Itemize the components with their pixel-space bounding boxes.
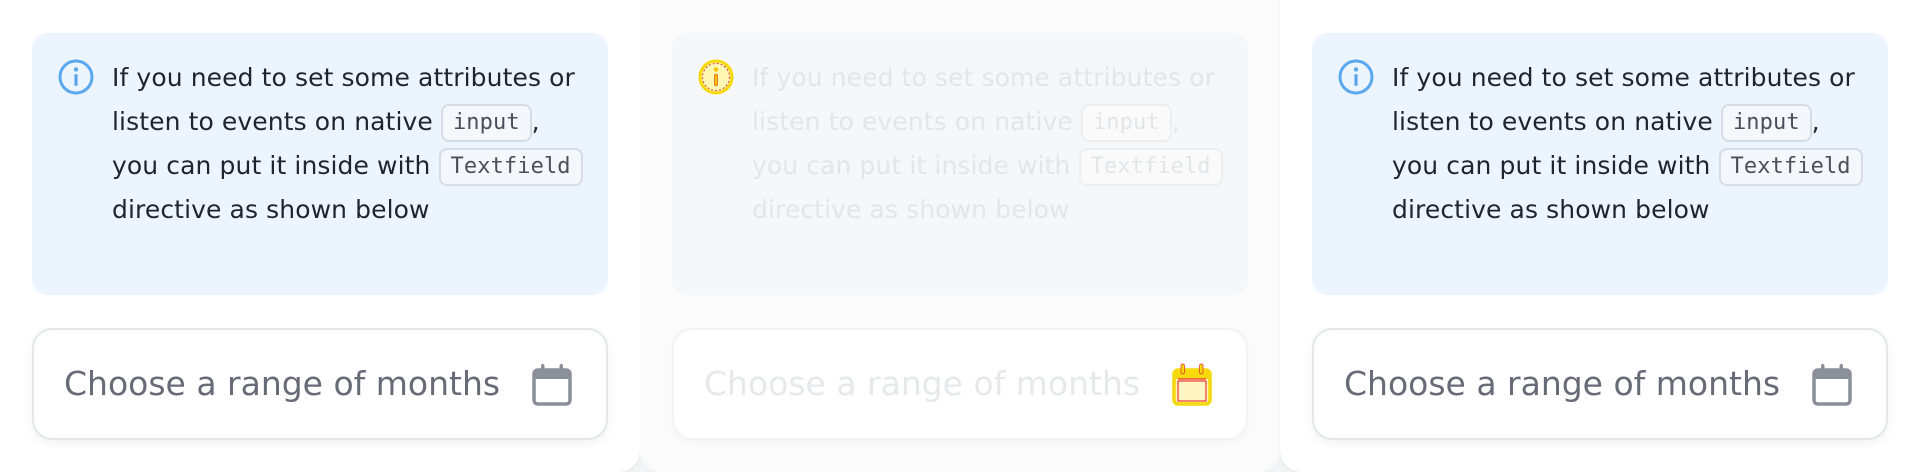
demo-stage: If you need to set some attributes or li… xyxy=(0,0,1920,472)
inline-code-input: input xyxy=(1720,104,1812,142)
info-alert: If you need to set some attributes or li… xyxy=(672,33,1248,295)
month-range-field[interactable]: Choose a range of months xyxy=(32,328,608,440)
inline-code-input: input xyxy=(440,104,532,142)
alert-message: If you need to set some attributes or li… xyxy=(112,56,584,232)
field-placeholder: Choose a range of months xyxy=(64,364,501,403)
field-placeholder: Choose a range of months xyxy=(1344,364,1781,403)
alert-text-part: directive as shown below xyxy=(112,195,430,224)
month-range-field-disabled: Choose a range of months xyxy=(672,328,1248,440)
calendar-icon[interactable] xyxy=(530,362,574,408)
alert-text-part: directive as shown below xyxy=(752,195,1070,224)
info-alert: If you need to set some attributes or li… xyxy=(1312,33,1888,295)
inline-code-textfield: Textfield xyxy=(1718,148,1863,186)
inline-code-textfield: Textfield xyxy=(1078,148,1223,186)
demo-panel-1: If you need to set some attributes or li… xyxy=(0,0,640,472)
info-alert: If you need to set some attributes or li… xyxy=(32,33,608,295)
info-icon xyxy=(698,59,734,95)
month-range-field[interactable]: Choose a range of months xyxy=(1312,328,1888,440)
calendar-icon xyxy=(1172,363,1212,406)
alert-message: If you need to set some attributes or li… xyxy=(1392,56,1864,232)
inline-code-textfield: Textfield xyxy=(438,148,583,186)
inline-code-input: input xyxy=(1080,104,1172,142)
info-icon xyxy=(1338,59,1374,95)
alert-message: If you need to set some attributes or li… xyxy=(752,56,1224,232)
demo-panel-2-disabled: If you need to set some attributes or li… xyxy=(640,0,1280,472)
demo-panel-3: If you need to set some attributes or li… xyxy=(1280,0,1920,472)
calendar-icon[interactable] xyxy=(1810,362,1854,408)
field-placeholder: Choose a range of months xyxy=(704,364,1141,403)
alert-text-part: directive as shown below xyxy=(1392,195,1710,224)
info-icon xyxy=(58,59,94,95)
